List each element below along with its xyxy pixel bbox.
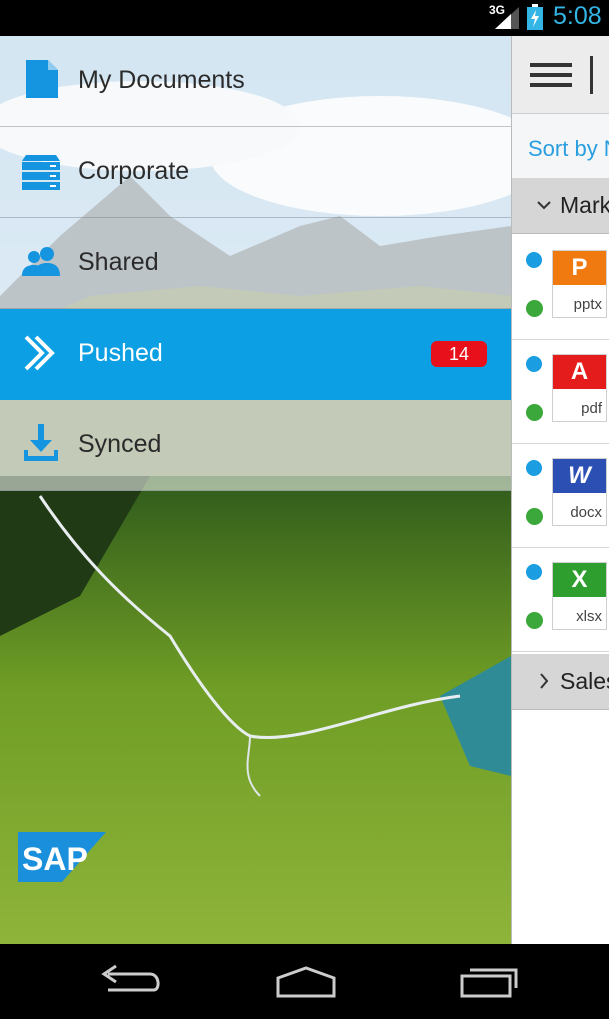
back-icon[interactable] (90, 962, 170, 1002)
server-icon (22, 155, 60, 190)
drawer-item-label: Shared (78, 248, 159, 276)
clock: 5:08 (553, 2, 602, 30)
drawer-item-label: Synced (78, 430, 162, 458)
download-icon (24, 424, 58, 461)
drawer-item-my-documents[interactable]: My Documents (0, 36, 511, 127)
document-list-panel: Sort by N Mark P pptx A pdf W docx (511, 36, 609, 944)
action-bar (512, 36, 609, 114)
new-indicator-dot (526, 460, 542, 476)
downloaded-icon (526, 300, 543, 317)
downloaded-icon (526, 508, 543, 525)
chevron-right-icon (540, 673, 549, 689)
home-icon[interactable] (266, 962, 346, 1002)
downloaded-icon (526, 612, 543, 629)
group-header-mark[interactable]: Mark (512, 178, 609, 234)
file-extension: docx (570, 504, 602, 521)
new-indicator-dot (526, 564, 542, 580)
drawer-item-label: Pushed (78, 339, 163, 367)
action-bar-divider (590, 56, 593, 94)
pdf-icon: A pdf (552, 354, 607, 422)
sort-label[interactable]: Sort by N (528, 136, 609, 162)
push-arrow-icon (24, 335, 55, 371)
new-indicator-dot (526, 356, 542, 372)
svg-text:SAP: SAP (22, 841, 88, 877)
document-row[interactable]: A pdf (512, 340, 609, 444)
file-extension: pdf (581, 400, 602, 417)
document-row[interactable]: P pptx (512, 236, 609, 340)
battery-charging-icon (527, 4, 543, 30)
drawer-item-corporate[interactable]: Corporate (0, 127, 511, 218)
file-extension: xlsx (576, 608, 602, 625)
document-icon (26, 60, 58, 98)
people-icon (22, 247, 60, 276)
sap-logo: SAP (18, 832, 106, 882)
word-icon: W docx (552, 458, 607, 526)
navigation-drawer: My Documents Corporate Shared Pushed 14 … (0, 36, 511, 944)
downloaded-icon (526, 404, 543, 421)
new-indicator-dot (526, 252, 542, 268)
group-label: Sales (560, 668, 609, 694)
drawer-item-shared[interactable]: Shared (0, 218, 511, 309)
group-label: Mark (560, 192, 609, 218)
drawer-item-label: My Documents (78, 66, 245, 94)
sort-bar[interactable]: Sort by N (512, 114, 609, 178)
drawer-item-label: Corporate (78, 157, 190, 185)
powerpoint-icon: P pptx (552, 250, 607, 318)
group-header-sales[interactable]: Sales (512, 654, 609, 710)
system-navigation-bar (0, 944, 609, 1019)
drawer-menu: My Documents Corporate Shared Pushed 14 … (0, 36, 511, 491)
file-extension: pptx (573, 296, 602, 313)
recents-icon[interactable] (448, 962, 528, 1002)
signal-icon (495, 7, 519, 29)
chevron-down-icon (537, 201, 551, 210)
excel-icon: X xlsx (552, 562, 607, 630)
status-bar: 3G 5:08 (0, 0, 609, 36)
document-row[interactable]: X xlsx (512, 548, 609, 652)
drawer-item-pushed[interactable]: Pushed 14 (0, 309, 511, 400)
drawer-item-synced[interactable]: Synced (0, 400, 511, 491)
menu-icon[interactable] (530, 63, 572, 87)
pushed-count-badge: 14 (431, 341, 487, 367)
document-row[interactable]: W docx (512, 444, 609, 548)
